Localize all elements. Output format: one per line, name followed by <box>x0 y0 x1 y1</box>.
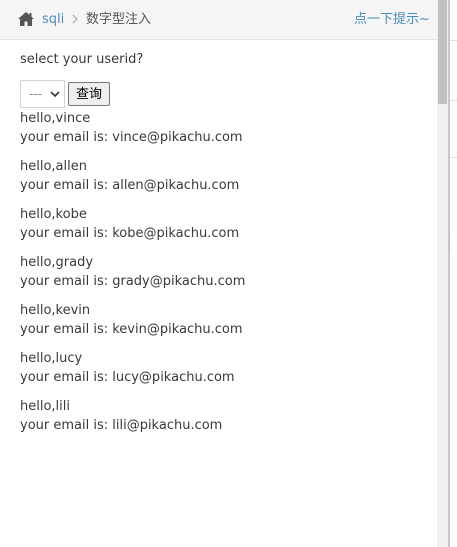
result-item: hello,lili your email is: lili@pikachu.c… <box>20 397 245 435</box>
result-hello: hello,lili <box>20 399 70 414</box>
result-hello: hello,allen <box>20 159 87 174</box>
result-hello: hello,kobe <box>20 207 87 222</box>
query-form: --- 查询 <box>20 80 430 108</box>
hint-link[interactable]: 点一下提示~ <box>354 11 430 29</box>
select-value: --- <box>29 87 42 101</box>
result-email: your email is: vince@pikachu.com <box>20 130 243 145</box>
result-email: your email is: grady@pikachu.com <box>20 274 246 289</box>
result-hello: hello,grady <box>20 255 94 270</box>
result-item: hello,allen your email is: allen@pikachu… <box>20 157 245 195</box>
result-item: hello,kevin your email is: kevin@pikachu… <box>20 301 245 339</box>
divider <box>450 100 457 101</box>
chevron-down-icon <box>50 91 60 98</box>
result-email: your email is: kobe@pikachu.com <box>20 226 240 241</box>
scrollbar-thumb[interactable] <box>438 0 447 104</box>
breadcrumb-link-sqli[interactable]: sqli <box>42 11 64 29</box>
divider <box>450 157 457 158</box>
result-hello: hello,vince <box>20 111 91 126</box>
result-hello: hello,lucy <box>20 351 83 366</box>
result-item: hello,grady your email is: grady@pikachu… <box>20 253 245 291</box>
breadcrumb: sqli 数字型注入 点一下提示~ <box>0 0 437 40</box>
result-item: hello,kobe your email is: kobe@pikachu.c… <box>20 205 245 243</box>
results-list: hello,vince your email is: vince@pikachu… <box>20 109 245 445</box>
result-email: your email is: lucy@pikachu.com <box>20 370 235 385</box>
result-hello: hello,kevin <box>20 303 91 318</box>
result-email: your email is: lili@pikachu.com <box>20 418 223 433</box>
page-body: select your userid? --- 查询 hello,vince y… <box>20 47 430 433</box>
form-prompt: select your userid? <box>20 52 144 67</box>
result-email: your email is: allen@pikachu.com <box>20 178 240 193</box>
result-email: your email is: kevin@pikachu.com <box>20 322 243 337</box>
right-panel <box>450 0 457 547</box>
page: sqli 数字型注入 点一下提示~ select your userid? --… <box>0 0 457 547</box>
main-content: sqli 数字型注入 点一下提示~ select your userid? --… <box>0 0 437 547</box>
result-item: hello,lucy your email is: lucy@pikachu.c… <box>20 349 245 387</box>
breadcrumb-current: 数字型注入 <box>86 12 152 27</box>
result-item: hello,vince your email is: vince@pikachu… <box>20 109 245 147</box>
divider <box>450 40 457 41</box>
query-button[interactable]: 查询 <box>68 82 110 106</box>
userid-select[interactable]: --- <box>20 80 65 108</box>
home-icon[interactable] <box>17 11 35 27</box>
chevron-right-icon <box>72 14 78 24</box>
